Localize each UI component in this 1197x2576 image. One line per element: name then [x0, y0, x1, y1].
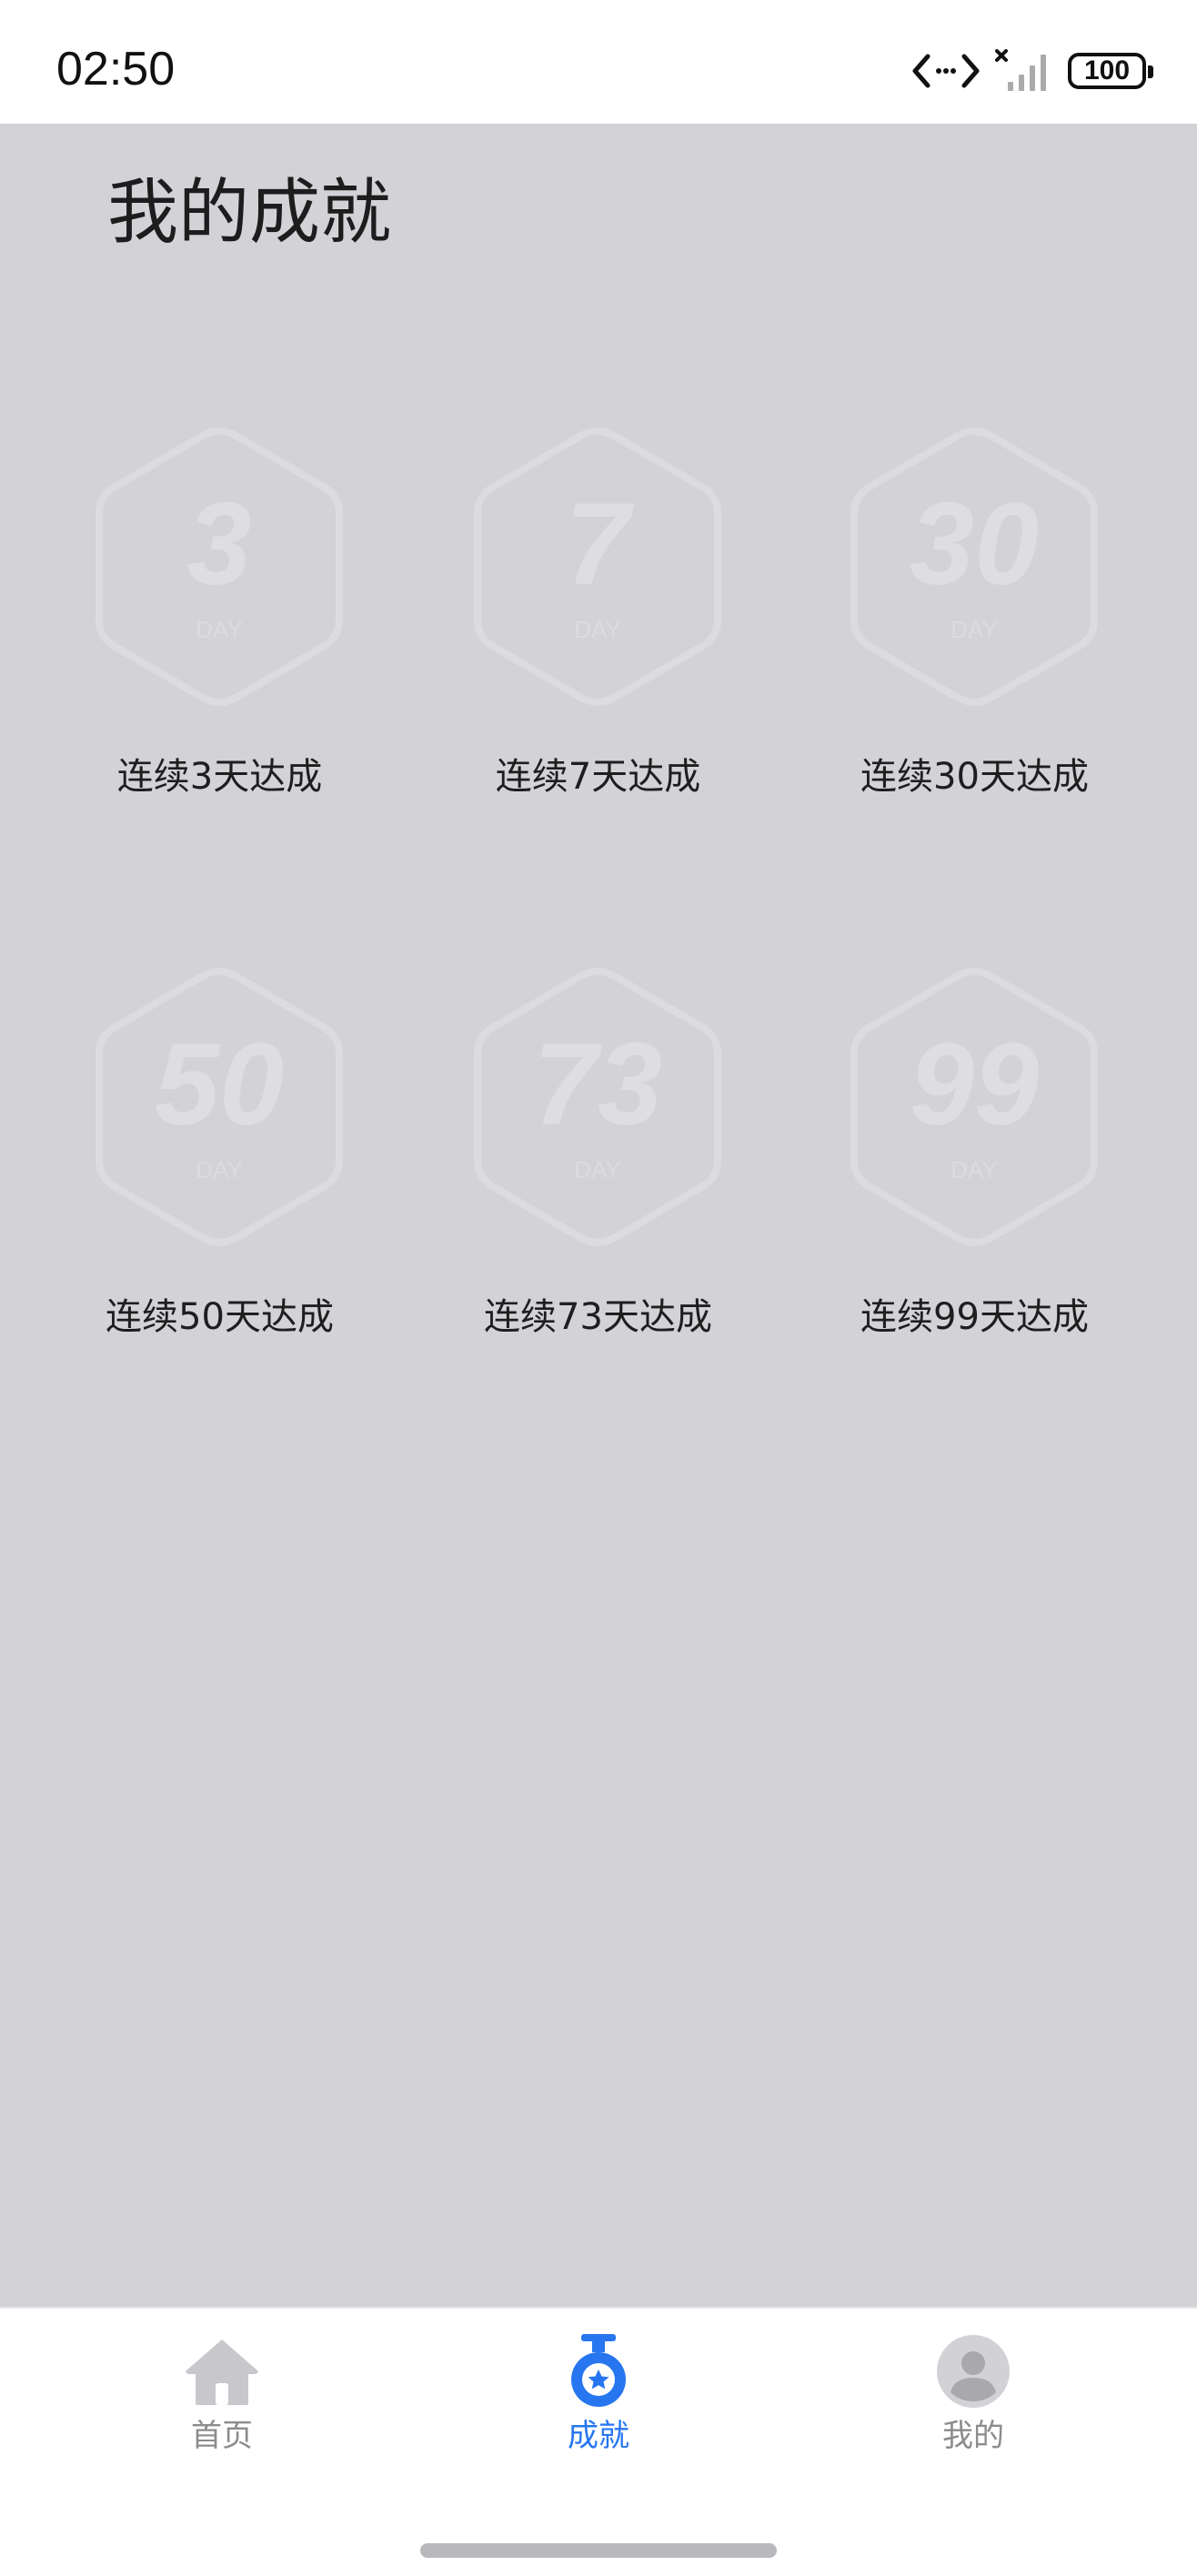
hexagon-badge-icon: 99 DAY — [850, 967, 1098, 1247]
badge-label: 连续30天达成 — [860, 756, 1089, 798]
badge-label: 连续73天达成 — [484, 1296, 712, 1338]
hexagon-badge-icon: 7 DAY — [474, 427, 721, 707]
tab-home-label: 首页 — [191, 2418, 253, 2454]
badge-label: 连续50天达成 — [106, 1296, 334, 1338]
badge-item[interactable]: 30 DAY 连续30天达成 — [786, 424, 1163, 879]
tab-home[interactable]: 首页 — [86, 2332, 358, 2478]
badge-number: 7 — [565, 479, 635, 609]
badge-unit: DAY — [196, 616, 243, 643]
badge-item[interactable]: 3 DAY 连续3天达成 — [31, 424, 408, 879]
badge-label: 连续7天达成 — [495, 756, 701, 798]
hexagon-badge-icon: 3 DAY — [96, 427, 343, 707]
tab-profile[interactable]: 我的 — [837, 2332, 1110, 2478]
badge-unit: DAY — [951, 1156, 998, 1183]
hexagon-badge-icon: 73 DAY — [474, 967, 721, 1247]
tab-achievements[interactable]: 成就 — [462, 2332, 735, 2478]
badge-unit: DAY — [951, 616, 998, 643]
badge-item[interactable]: 7 DAY 连续7天达成 — [409, 424, 787, 879]
badge-item[interactable]: 50 DAY 连续50天达成 — [31, 964, 408, 1419]
home-icon — [186, 2340, 258, 2405]
badge-item[interactable]: 99 DAY 连续99天达成 — [786, 964, 1163, 1419]
tab-profile-label: 我的 — [942, 2418, 1004, 2454]
badge-grid: 3 DAY 连续3天达成 7 DAY 连续7天达成 30 DAY 连续30天达成… — [0, 0, 1197, 1455]
badge-unit: DAY — [574, 1156, 621, 1183]
badge-label: 连续99天达成 — [860, 1296, 1089, 1338]
badge-number: 50 — [155, 1020, 284, 1150]
badge-number: 3 — [186, 479, 251, 609]
badge-unit: DAY — [574, 616, 621, 643]
hexagon-badge-icon: 30 DAY — [850, 427, 1098, 707]
badge-number: 30 — [910, 479, 1039, 609]
tab-achievements-label: 成就 — [568, 2418, 629, 2454]
badge-unit: DAY — [196, 1156, 243, 1183]
badge-label: 连续3天达成 — [116, 756, 323, 798]
badge-item[interactable]: 73 DAY 连续73天达成 — [409, 964, 787, 1419]
badge-number: 73 — [533, 1020, 662, 1150]
medal-icon — [571, 2334, 626, 2407]
hexagon-badge-icon: 50 DAY — [96, 967, 343, 1247]
home-indicator[interactable] — [420, 2543, 777, 2558]
bottom-tab-bar: 首页 成就 我的 — [0, 2307, 1197, 2576]
profile-icon — [937, 2335, 1010, 2408]
badge-number: 99 — [910, 1020, 1039, 1150]
